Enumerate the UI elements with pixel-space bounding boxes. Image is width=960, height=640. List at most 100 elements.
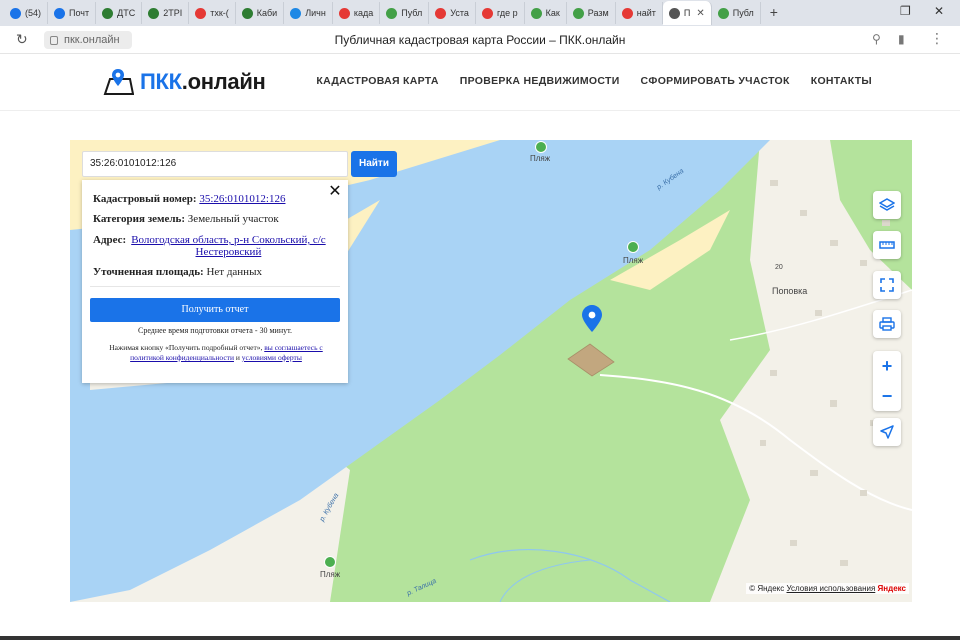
beach-marker-icon[interactable] — [627, 241, 639, 253]
restore-window-icon[interactable]: ❐ — [900, 4, 911, 18]
cadastral-map[interactable]: Пляж Пляж Пляж Поповка 20 р. Кубена р. К… — [70, 140, 912, 602]
tab-label: где р — [496, 8, 518, 18]
bookmark-icon[interactable]: ▮ — [898, 32, 905, 46]
address-link-line1[interactable]: Вологодская область, р-н Сокольский, с/с — [131, 234, 325, 246]
ruler-button[interactable] — [873, 231, 901, 259]
cadastral-search-input[interactable]: 35:26:0101012:126 — [82, 151, 348, 177]
close-icon[interactable]: ✕ — [328, 184, 342, 200]
browser-tab-strip: (54) Почт ДТС 2ТРI тхк-( Каби Личн када Публ Уста… — [0, 0, 960, 26]
browser-tab[interactable]: (54) — [4, 2, 49, 24]
land-category-row: Категория земель: Земельный участок — [93, 213, 279, 225]
tab-label: (54) — [25, 8, 42, 18]
layers-icon — [879, 198, 895, 211]
map-label-beach: Пляж — [320, 570, 341, 579]
tab-favicon-icon — [530, 7, 542, 19]
map-label-house-number: 20 — [775, 264, 783, 271]
browser-tab[interactable]: Публ — [380, 2, 430, 24]
offer-terms-link[interactable]: условиями оферты — [242, 353, 302, 362]
fullscreen-button[interactable] — [873, 271, 901, 299]
address-label: Адрес: — [93, 234, 127, 246]
browser-tab[interactable]: тхк-( — [189, 2, 236, 24]
address-bar: ↻ пкк.онлайн Публичная кадастровая карта… — [0, 26, 960, 54]
tab-label: 2ТРI — [163, 8, 183, 18]
terms-of-use-link[interactable]: Условия использования — [787, 584, 876, 593]
browser-tab[interactable]: Личн — [284, 2, 333, 24]
avg-time-text: Среднее время подготовки отчета - 30 мин… — [137, 326, 293, 335]
tab-favicon-icon — [572, 7, 584, 19]
translate-icon[interactable]: ⚲ — [872, 32, 881, 46]
beach-marker-icon[interactable] — [535, 141, 547, 153]
tab-favicon-icon — [241, 7, 253, 19]
disclaimer-prefix: Нажимая кнопку «Получить подробный отчет… — [109, 343, 263, 352]
print-button[interactable] — [873, 310, 901, 338]
browser-tab[interactable]: Как — [525, 2, 567, 24]
zoom-controls: + − — [873, 351, 901, 411]
tab-label: Разм — [587, 8, 609, 18]
nav-form-parcel[interactable]: СФОРМИРОВАТЬ УЧАСТОК — [641, 75, 790, 87]
tab-favicon-icon — [148, 7, 160, 19]
cadastral-number-link[interactable]: 35:26:0101012:126 — [199, 193, 285, 205]
map-label-beach: Пляж — [623, 256, 644, 265]
tab-label: Публ — [401, 8, 423, 18]
cadastral-number-label: Кадастровый номер: — [93, 193, 197, 205]
browser-tab[interactable]: 2ТРI — [142, 2, 190, 24]
page-title: Публичная кадастровая карта России – ПКК… — [334, 33, 626, 47]
tab-favicon-icon — [621, 7, 633, 19]
tab-label: Как — [545, 8, 560, 18]
area-value: Нет данных — [206, 266, 262, 278]
area-label: Уточненная площадь: — [93, 266, 204, 278]
logo-map-icon — [103, 69, 134, 95]
beach-marker-icon[interactable] — [324, 556, 336, 568]
browser-tab[interactable]: где р — [476, 2, 525, 24]
tab-favicon-icon — [195, 7, 207, 19]
tab-favicon-icon — [717, 7, 729, 19]
nav-contacts[interactable]: КОНТАКТЫ — [811, 75, 872, 87]
browser-tab[interactable]: Разм — [567, 2, 616, 24]
browser-tab[interactable]: када — [333, 2, 381, 24]
tab-label: Публ — [732, 8, 754, 18]
tab-favicon-icon — [668, 7, 680, 19]
land-category-label: Категория земель: — [93, 213, 186, 225]
address-link-line2[interactable]: Нестеровский — [131, 246, 325, 258]
zoom-out-icon[interactable]: − — [873, 381, 901, 411]
tab-favicon-icon — [10, 7, 21, 19]
print-icon — [879, 317, 895, 331]
tab-label: тхк-( — [210, 8, 229, 18]
tab-favicon-icon — [102, 7, 114, 19]
zoom-in-icon[interactable]: + — [873, 351, 901, 381]
menu-icon[interactable]: ⋮ — [930, 30, 944, 47]
tab-favicon-icon — [435, 7, 447, 19]
geolocation-button[interactable] — [873, 418, 901, 446]
geolocation-icon — [880, 425, 894, 439]
browser-tab[interactable]: Каби — [236, 2, 285, 24]
tab-favicon-icon — [481, 7, 493, 19]
search-button[interactable]: Найти — [351, 151, 397, 177]
tab-label: Уста — [450, 8, 469, 18]
browser-tab[interactable]: П ✕ — [662, 1, 712, 25]
layers-button[interactable] — [873, 191, 901, 219]
address-row: Адрес: Вологодская область, р-н Сокольск… — [93, 234, 341, 258]
area-row: Уточненная площадь: Нет данных — [93, 266, 262, 278]
tab-favicon-icon — [338, 7, 350, 19]
tab-label: када — [353, 8, 374, 18]
nav-property-check[interactable]: ПРОВЕРКА НЕДВИЖИМОСТИ — [460, 75, 620, 87]
tab-label: найт — [636, 8, 656, 18]
map-label-village: Поповка — [772, 286, 808, 296]
copyright-prefix: © Яндекс — [749, 584, 785, 593]
get-report-button[interactable]: Получить отчет — [90, 298, 340, 322]
browser-tab[interactable]: Публ — [712, 2, 761, 24]
close-window-icon[interactable]: ✕ — [934, 4, 944, 18]
nav-cadastral-map[interactable]: КАДАСТРОВАЯ КАРТА — [316, 75, 438, 87]
browser-tab[interactable]: Почт — [48, 2, 97, 24]
new-tab-button[interactable]: + — [765, 4, 783, 22]
close-tab-icon[interactable]: ✕ — [696, 8, 704, 19]
site-logo[interactable]: ПКК.онлайн — [102, 67, 266, 97]
cadastral-number-row: Кадастровый номер: 35:26:0101012:126 — [93, 193, 285, 205]
tab-favicon-icon — [290, 7, 302, 19]
browser-tab[interactable]: ДТС — [96, 2, 143, 24]
tab-favicon-icon — [386, 7, 398, 19]
yandex-logo[interactable]: Яндекс — [878, 584, 906, 593]
browser-tab[interactable]: Уста — [429, 2, 476, 24]
browser-tab[interactable]: найт — [616, 2, 663, 24]
logo-suffix-text: .онлайн — [181, 69, 266, 94]
